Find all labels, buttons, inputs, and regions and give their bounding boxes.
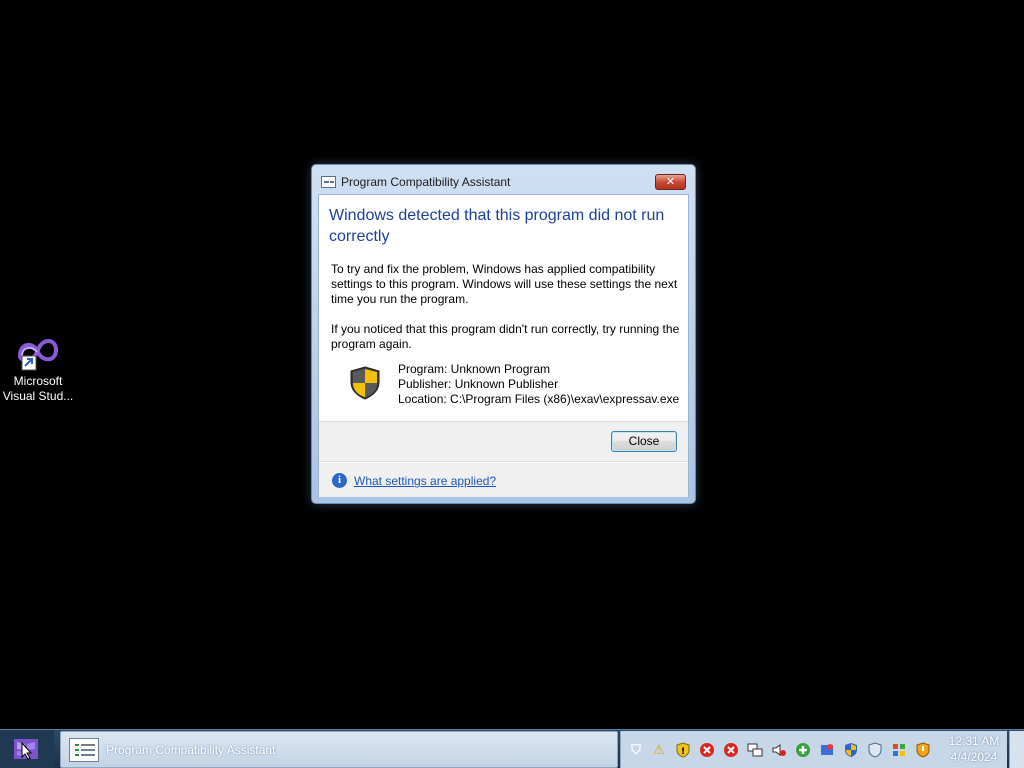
dialog-title: Program Compatibility Assistant [341,175,511,189]
desktop-icon-label-line1: Microsoft [13,374,63,388]
title-close-button[interactable]: ✕ [655,174,686,190]
notification-area: ⛉ ⚠ ! [620,731,941,768]
shield-outline-icon[interactable]: ⛉ [628,742,644,758]
explanation-text: To try and fix the problem, Windows has … [331,262,678,306]
network-icon[interactable] [747,742,763,758]
add-green-icon[interactable] [795,742,811,758]
clock-time: 12:31 AM [948,734,1000,748]
task-list-icon [69,738,99,762]
program-details: Program: Unknown Program Publisher: Unkn… [398,362,679,407]
taskbar-item-label: Program Compatibility Assistant [106,743,276,757]
app-tray-icon[interactable] [819,742,835,758]
start-button[interactable] [0,730,54,768]
program-compatibility-icon [321,176,336,188]
desktop-icon-label-line2: Visual Stud... [2,389,74,403]
close-button[interactable]: Close [611,431,677,452]
dialog-button-area: Close [319,421,688,462]
program-line: Program: Unknown Program [398,362,551,376]
taskbar-item-compatibility-assistant[interactable]: Program Compatibility Assistant [60,731,618,768]
info-icon: i [332,473,347,488]
volume-muted-icon[interactable] [771,742,787,758]
windows-flag-icon[interactable] [891,742,907,758]
taskbar: Program Compatibility Assistant ⛉ ⚠ ! 12… [0,729,1024,768]
error-icon[interactable] [723,742,739,758]
system-clock[interactable]: 12:31 AM 4/4/2024 [941,731,1007,768]
warning-icon[interactable]: ⚠ [651,742,667,758]
shield-alert-icon[interactable]: ! [675,742,691,758]
uac-shield-icon[interactable] [843,742,859,758]
visual-studio-icon [12,332,64,372]
mouse-cursor-icon [21,741,33,763]
desktop-icon-visual-studio[interactable]: Microsoft Visual Stud... [2,332,74,404]
publisher-line: Publisher: Unknown Publisher [398,377,559,391]
retry-text: If you noticed that this program didn't … [331,322,680,351]
dialog-footer: i What settings are applied? [319,463,688,497]
compatibility-dialog: Program Compatibility Assistant ✕ Window… [311,164,696,504]
clock-date: 4/4/2024 [950,750,998,764]
settings-applied-link[interactable]: What settings are applied? [354,474,496,488]
dialog-titlebar[interactable]: Program Compatibility Assistant ✕ [312,165,695,193]
show-desktop-button[interactable] [1009,731,1024,768]
svg-text:!: ! [681,747,685,757]
dialog-content: Windows detected that this program did n… [318,194,689,497]
shield-warning-icon[interactable] [915,742,931,758]
security-shield-icon [349,366,381,400]
location-line: Location: C:\Program Files (x86)\exav\ex… [398,392,680,406]
security-shield-icon[interactable] [867,742,883,758]
error-icon[interactable] [699,742,715,758]
dialog-heading: Windows detected that this program did n… [329,207,665,245]
